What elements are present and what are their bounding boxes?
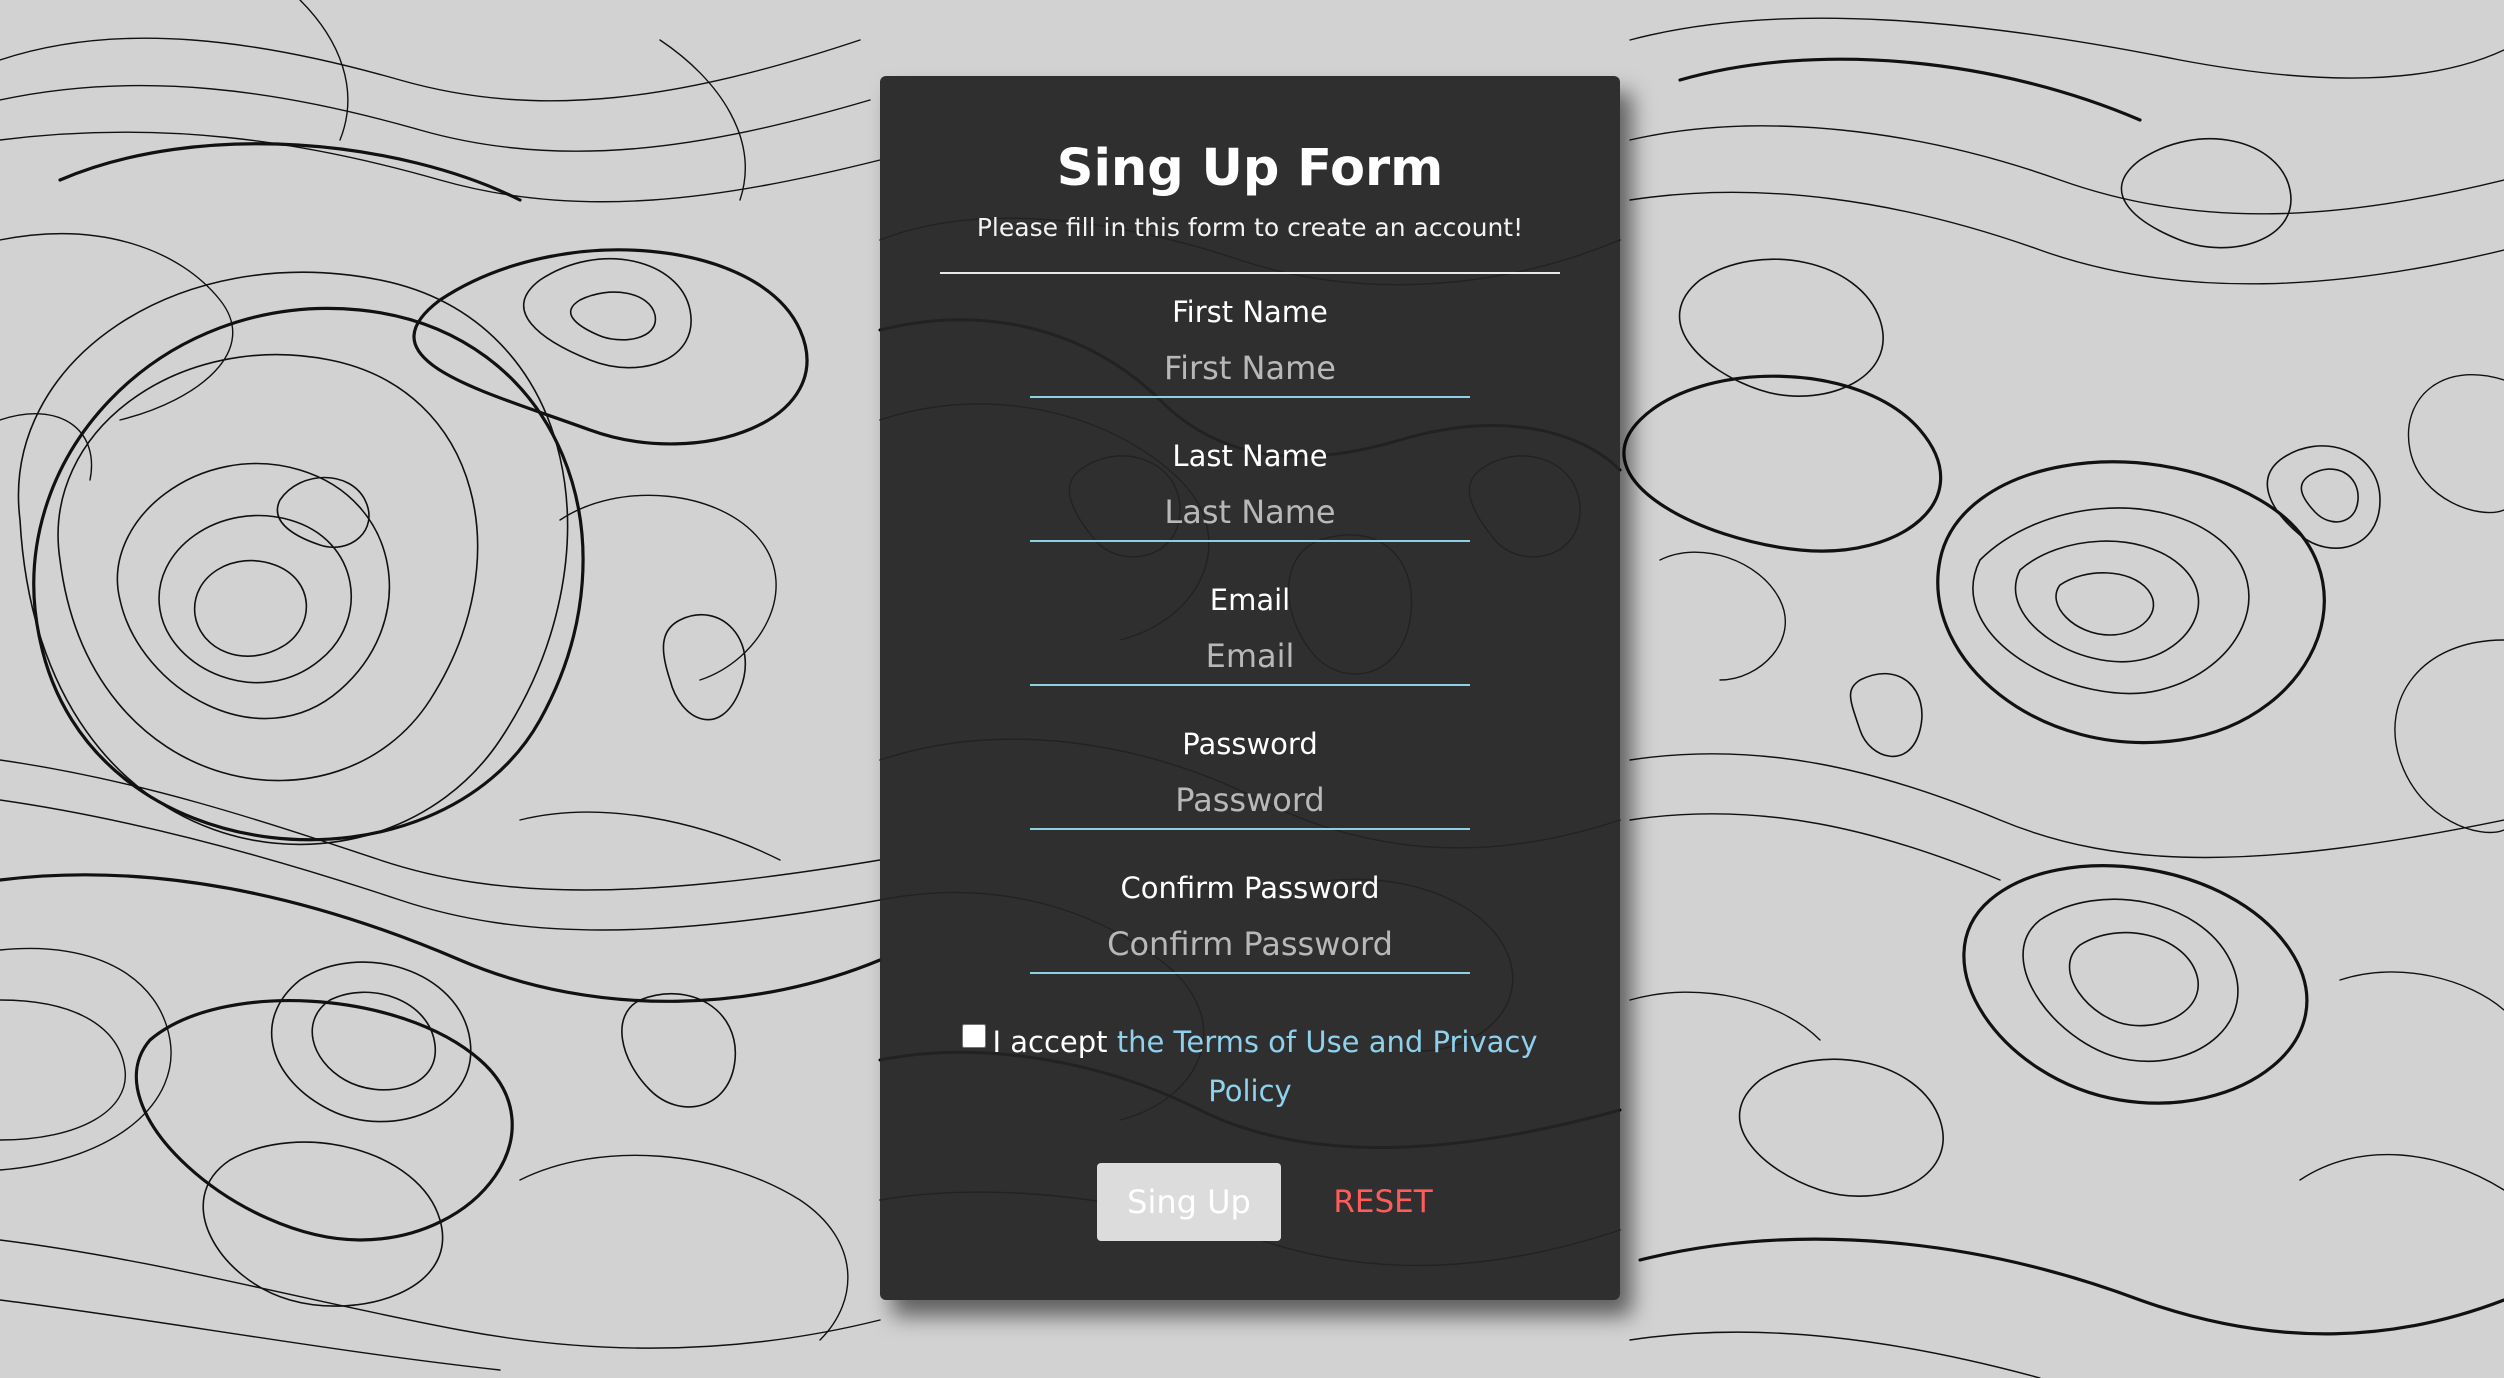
last-name-label: Last Name <box>1172 439 1328 473</box>
confirm-password-input[interactable] <box>1030 916 1470 974</box>
password-label: Password <box>1182 727 1318 761</box>
signup-form-card: Sing Up Form Please fill in this form to… <box>880 76 1620 1300</box>
first-name-input[interactable] <box>1030 340 1470 398</box>
email-input[interactable] <box>1030 628 1470 686</box>
terms-row: I accept the Terms of Use and Privacy Po… <box>960 1018 1540 1116</box>
first-name-label: First Name <box>1172 295 1328 329</box>
confirm-password-label: Confirm Password <box>1120 871 1380 905</box>
signup-button[interactable]: Sing Up <box>1097 1163 1281 1241</box>
reset-button[interactable]: RESET <box>1304 1163 1462 1241</box>
form-title: Sing Up Form <box>1056 139 1444 198</box>
terms-link[interactable]: the Terms of Use and Privacy Policy <box>1117 1025 1538 1108</box>
password-input[interactable] <box>1030 772 1470 830</box>
email-label: Email <box>1209 583 1291 617</box>
terms-checkbox[interactable] <box>962 1024 987 1048</box>
divider <box>940 272 1560 274</box>
form-subtitle: Please fill in this form to create an ac… <box>976 213 1524 242</box>
last-name-input[interactable] <box>1030 484 1470 542</box>
terms-prefix: I accept <box>992 1025 1108 1059</box>
